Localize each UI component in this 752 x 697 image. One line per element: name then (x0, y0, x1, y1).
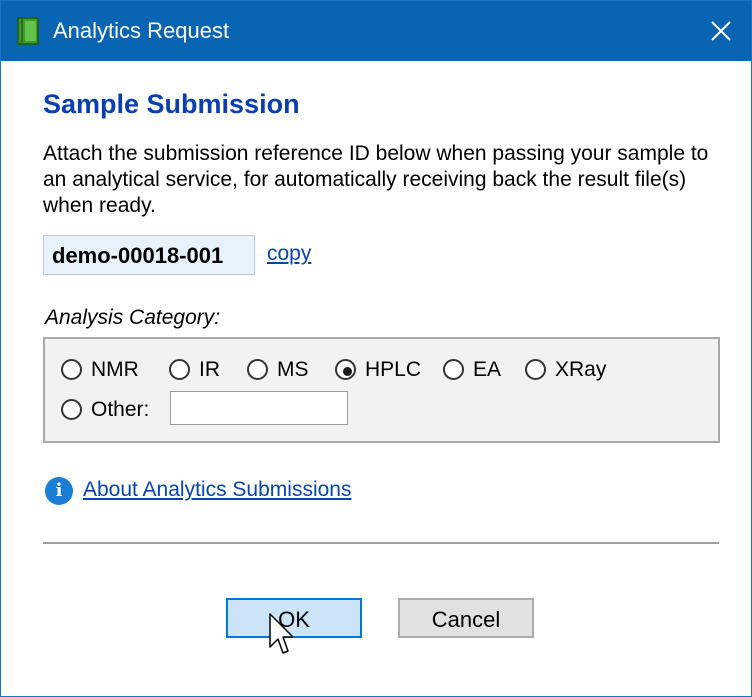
radio-button-selected[interactable] (335, 359, 356, 380)
ok-button[interactable]: OK (226, 598, 362, 638)
window-title: Analytics Request (53, 18, 230, 43)
other-category-input[interactable] (170, 391, 348, 425)
about-analytics-link[interactable]: About Analytics Submissions (83, 478, 351, 502)
copy-link[interactable]: copy (267, 242, 311, 266)
book-icon (17, 17, 39, 45)
mouse-cursor-icon (269, 613, 293, 654)
close-button[interactable] (691, 1, 751, 61)
radio-button[interactable] (443, 359, 464, 380)
radio-selected-dot (343, 367, 352, 376)
dialog-window: Analytics Request Sample Submission Atta… (0, 0, 752, 697)
radio-label: EA (473, 358, 502, 381)
radio-button[interactable] (61, 399, 82, 420)
radio-button[interactable] (247, 359, 268, 380)
info-icon: i (45, 477, 73, 505)
reference-id-field[interactable]: demo-00018-001 (43, 235, 255, 275)
radio-button[interactable] (169, 359, 190, 380)
radio-label: MS (277, 358, 309, 381)
description-text: Attach the submission reference ID below… (43, 142, 709, 217)
title-bar[interactable]: Analytics Request (1, 1, 751, 61)
radio-label: NMR (91, 358, 139, 381)
radio-button[interactable] (525, 359, 546, 380)
reference-id-value: demo-00018-001 (52, 243, 224, 268)
radio-label: IR (199, 358, 220, 381)
analysis-category-group: NMR IR MS HPLC EA XRay Other: (43, 337, 720, 443)
radio-label: Other: (91, 398, 150, 421)
close-icon (711, 21, 731, 41)
cancel-button[interactable]: Cancel (398, 598, 534, 638)
radio-label: HPLC (365, 358, 422, 381)
analysis-category-label: Analysis Category: (45, 306, 221, 329)
radio-button[interactable] (61, 359, 82, 380)
page-title: Sample Submission (43, 89, 300, 119)
radio-label: XRay (555, 358, 607, 381)
divider (43, 542, 719, 544)
